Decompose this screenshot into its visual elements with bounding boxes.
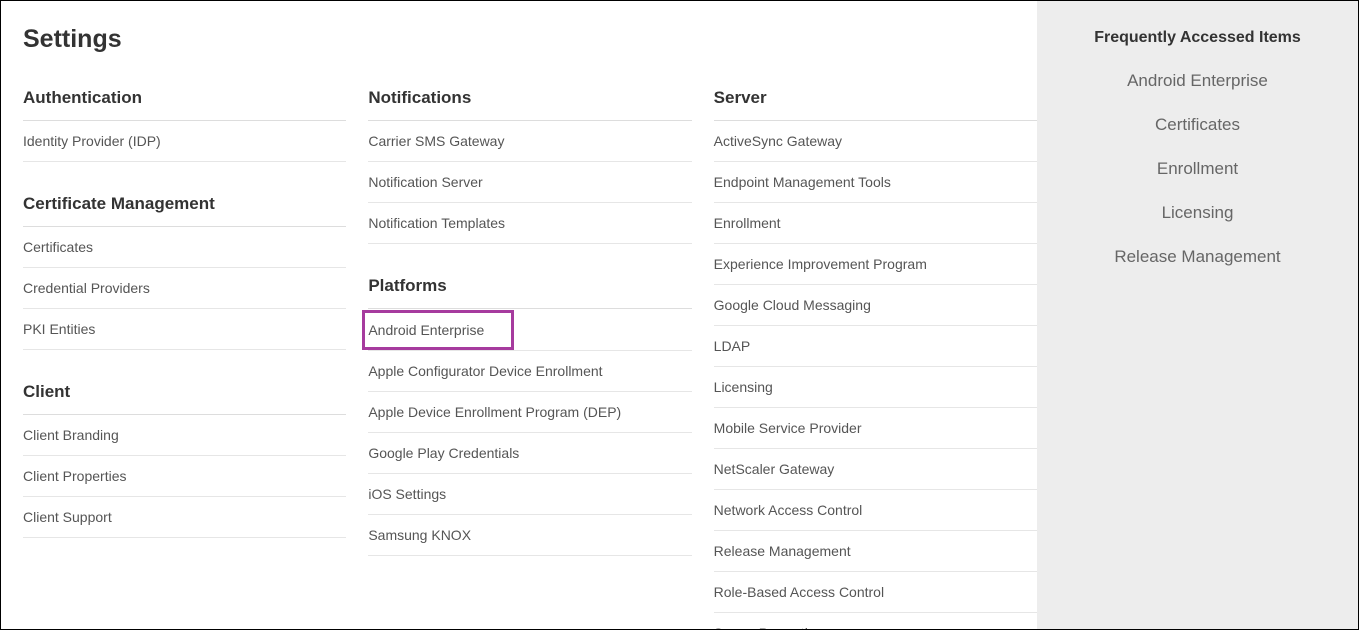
- section-header-certificate-management: Certificate Management: [23, 194, 346, 227]
- frequently-accessed-item-release-management[interactable]: Release Management: [1047, 247, 1348, 267]
- settings-item-wrap-android-enterprise: Android Enterprise: [368, 309, 691, 351]
- settings-item-certificates[interactable]: Certificates: [23, 227, 346, 268]
- settings-item-endpoint-management-tools[interactable]: Endpoint Management Tools: [714, 162, 1037, 203]
- frequently-accessed-item-enrollment[interactable]: Enrollment: [1047, 159, 1348, 179]
- section-server: ServerActiveSync GatewayEndpoint Managem…: [714, 88, 1037, 629]
- settings-item-client-support[interactable]: Client Support: [23, 497, 346, 538]
- settings-item-role-based-access-control[interactable]: Role-Based Access Control: [714, 572, 1037, 613]
- section-platforms: PlatformsAndroid EnterpriseApple Configu…: [368, 276, 691, 556]
- section-header-authentication: Authentication: [23, 88, 346, 121]
- frequently-accessed-item-licensing[interactable]: Licensing: [1047, 203, 1348, 223]
- settings-item-client-properties[interactable]: Client Properties: [23, 456, 346, 497]
- settings-item-activesync-gateway[interactable]: ActiveSync Gateway: [714, 121, 1037, 162]
- settings-item-release-management[interactable]: Release Management: [714, 531, 1037, 572]
- settings-item-google-play-credentials[interactable]: Google Play Credentials: [368, 433, 691, 474]
- settings-item-android-enterprise[interactable]: Android Enterprise: [364, 312, 512, 348]
- settings-item-client-branding[interactable]: Client Branding: [23, 415, 346, 456]
- settings-item-pki-entities[interactable]: PKI Entities: [23, 309, 346, 350]
- main-area: Settings AuthenticationIdentity Provider…: [1, 1, 1037, 629]
- section-header-notifications: Notifications: [368, 88, 691, 121]
- settings-item-ldap[interactable]: LDAP: [714, 326, 1037, 367]
- settings-column: ServerActiveSync GatewayEndpoint Managem…: [714, 88, 1037, 629]
- frequently-accessed-item-certificates[interactable]: Certificates: [1047, 115, 1348, 135]
- section-certificate-management: Certificate ManagementCertificatesCreden…: [23, 194, 346, 350]
- frequently-accessed-title: Frequently Accessed Items: [1047, 29, 1348, 47]
- settings-column: AuthenticationIdentity Provider (IDP) Cer…: [23, 88, 346, 629]
- page-frame: Settings AuthenticationIdentity Provider…: [0, 0, 1359, 630]
- section-header-client: Client: [23, 382, 346, 415]
- settings-item-experience-improvement-program[interactable]: Experience Improvement Program: [714, 244, 1037, 285]
- frequently-accessed-list: Android Enterprise Certificates Enrollment…: [1047, 71, 1348, 267]
- section-notifications: NotificationsCarrier SMS GatewayNotifica…: [368, 88, 691, 244]
- settings-item-identity-provider-idp[interactable]: Identity Provider (IDP): [23, 121, 346, 162]
- settings-item-notification-templates[interactable]: Notification Templates: [368, 203, 691, 244]
- frequently-accessed-panel: Frequently Accessed Items Android Enterp…: [1037, 1, 1358, 629]
- settings-item-network-access-control[interactable]: Network Access Control: [714, 490, 1037, 531]
- settings-item-server-properties[interactable]: Server Properties: [714, 613, 1037, 629]
- settings-item-samsung-knox[interactable]: Samsung KNOX: [368, 515, 691, 556]
- section-header-server: Server: [714, 88, 1037, 121]
- settings-item-enrollment[interactable]: Enrollment: [714, 203, 1037, 244]
- settings-columns: AuthenticationIdentity Provider (IDP) Cer…: [23, 88, 1037, 629]
- settings-item-apple-device-enrollment-program-dep[interactable]: Apple Device Enrollment Program (DEP): [368, 392, 691, 433]
- settings-item-google-cloud-messaging[interactable]: Google Cloud Messaging: [714, 285, 1037, 326]
- settings-item-carrier-sms-gateway[interactable]: Carrier SMS Gateway: [368, 121, 691, 162]
- settings-item-licensing[interactable]: Licensing: [714, 367, 1037, 408]
- section-authentication: AuthenticationIdentity Provider (IDP): [23, 88, 346, 162]
- settings-item-credential-providers[interactable]: Credential Providers: [23, 268, 346, 309]
- settings-column: NotificationsCarrier SMS GatewayNotifica…: [368, 88, 691, 629]
- page-title: Settings: [23, 25, 1037, 54]
- section-header-platforms: Platforms: [368, 276, 691, 309]
- section-client: ClientClient BrandingClient PropertiesCl…: [23, 382, 346, 538]
- frequently-accessed-item-android-enterprise[interactable]: Android Enterprise: [1047, 71, 1348, 91]
- settings-item-apple-configurator-device-enrollment[interactable]: Apple Configurator Device Enrollment: [368, 351, 691, 392]
- settings-item-netscaler-gateway[interactable]: NetScaler Gateway: [714, 449, 1037, 490]
- settings-item-mobile-service-provider[interactable]: Mobile Service Provider: [714, 408, 1037, 449]
- settings-item-ios-settings[interactable]: iOS Settings: [368, 474, 691, 515]
- settings-item-notification-server[interactable]: Notification Server: [368, 162, 691, 203]
